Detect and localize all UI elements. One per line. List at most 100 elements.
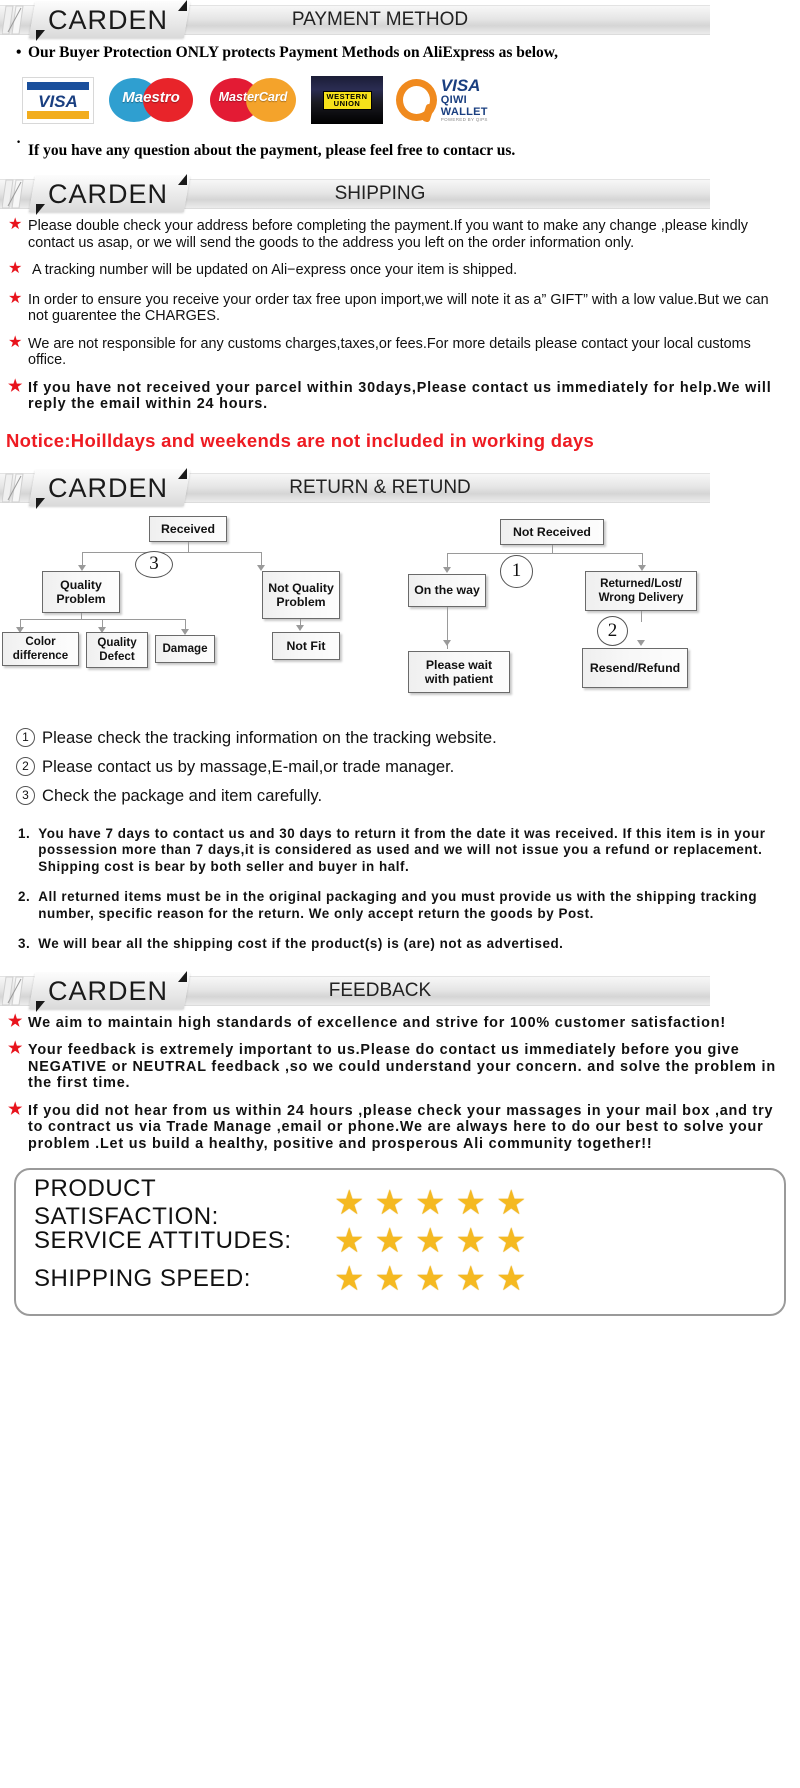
shipping-item-text: Please double check your address before … [28, 218, 748, 251]
visa-logo: VISA [22, 76, 94, 124]
shipping-list-item: ★ If you have not received your parcel w… [6, 377, 792, 413]
circled-item-text: Please contact us by massage,E-mail,or t… [42, 756, 455, 776]
flow-line [552, 544, 554, 553]
western-union-logo: WESTERN UNION [311, 76, 383, 124]
rating-star-icon: ★ [414, 1260, 446, 1298]
payment-bullet-2: · If you have any question about the pay… [0, 130, 800, 174]
shipping-item-text: A tracking number will be updated on Ali… [32, 262, 518, 278]
rating-row: PRODUCT SATISFACTION: ★ ★ ★ ★ ★ [34, 1175, 766, 1230]
rating-label: SHIPPING SPEED: [34, 1265, 251, 1292]
rating-stars: ★ ★ ★ ★ ★ [334, 1224, 526, 1258]
payment-bullet-1: • Our Buyer Protection ONLY protects Pay… [0, 40, 800, 66]
rating-label: PRODUCT SATISFACTION: [34, 1175, 219, 1230]
flow-node-received: Received [149, 515, 227, 542]
flow-line [447, 552, 643, 554]
flow-node-not-quality-problem: Not Quality Problem [262, 570, 340, 619]
visa-logo-label: VISA [38, 91, 78, 111]
rating-star-icon: ★ [414, 1184, 446, 1222]
rating-star-icon: ★ [455, 1184, 486, 1222]
star-bullet-icon: ★ [8, 333, 23, 351]
tag-arrow-bottom-icon [36, 1000, 45, 1012]
flow-node-please-wait: Please wait with patient [408, 650, 510, 693]
bullet-dot-icon: • [16, 44, 22, 61]
circled-item-text: Please check the tracking information on… [42, 727, 497, 747]
return-numbered-list: 1. You have 7 days to contact us and 30 … [0, 814, 800, 971]
flow-marker-1: 1 [500, 554, 533, 588]
flow-arrow-icon [637, 639, 645, 646]
numbered-list-item: 2. All returned items must be in the ori… [18, 889, 790, 922]
list-number: 1. [18, 825, 31, 841]
qiwi-q-icon [396, 79, 437, 121]
feedback-list-item: ★ If you did not hear from us within 24 … [6, 1100, 792, 1153]
rating-row: SERVICE ATTITUDES: ★ ★ ★ ★ ★ [34, 1222, 766, 1260]
bullet-dot-icon: · [16, 134, 22, 151]
list-number: 3. [18, 936, 31, 951]
rating-star-icon: ★ [495, 1222, 527, 1260]
mastercard-logo-label: MasterCard [218, 90, 288, 104]
circled-item-text: Check the package and item carefully. [42, 785, 323, 805]
flow-line [188, 541, 190, 552]
payment-bullet-2-text: If you have any question about the payme… [28, 142, 516, 159]
rating-stars: ★ ★ ★ ★ ★ [334, 1262, 526, 1296]
return-circled-list: 1 Please check the tracking information … [0, 713, 800, 814]
section-banner-shipping: CARDEN SHIPPING [0, 174, 710, 215]
numbered-list-item: 3. We will bear all the shipping cost if… [18, 936, 790, 953]
numbered-list-item: 1. You have 7 days to contact us and 30 … [18, 826, 790, 876]
rating-star-icon: ★ [455, 1222, 486, 1260]
section-title-payment: PAYMENT METHOD [291, 9, 469, 30]
flow-marker-2: 2 [597, 615, 628, 646]
flow-line [82, 551, 262, 553]
brand-name: CARDEN [48, 472, 169, 503]
circled-number: 2 [16, 756, 35, 776]
star-bullet-icon: ★ [8, 1100, 23, 1118]
flow-arrow-icon [443, 566, 451, 573]
star-bullet-icon: ★ [8, 216, 23, 233]
feedback-list: ★ We aim to maintain high standards of e… [0, 1011, 800, 1153]
section-banner-payment: CARDEN PAYMENT METHOD [0, 0, 710, 41]
return-flowchart: Received 3 Quality Problem Not Quality P… [0, 508, 710, 713]
circled-list-item: 1 Please check the tracking information … [16, 723, 800, 752]
flow-node-damage: Damage [155, 634, 215, 663]
star-bullet-icon: ★ [8, 260, 23, 277]
brand-name: CARDEN [48, 5, 169, 35]
rating-row: SHIPPING SPEED: ★ ★ ★ ★ ★ [34, 1260, 766, 1298]
star-bullet-icon: ★ [8, 289, 23, 307]
qiwi-powered-label: POWERED BY QIPS [440, 117, 488, 123]
flow-node-resend-refund: Resend/Refund [582, 647, 688, 688]
flow-arrow-icon [443, 639, 451, 646]
qiwi-visa-label: VISA [440, 76, 481, 96]
western-union-line-2: UNION [333, 99, 361, 108]
shipping-item-text: We are not responsible for any customs c… [28, 335, 751, 369]
rating-star-icon: ★ [495, 1260, 527, 1298]
section-title-shipping: SHIPPING [334, 183, 426, 204]
brand-name: CARDEN [48, 179, 169, 209]
tag-arrow-top-icon [178, 0, 187, 11]
flow-node-not-fit: Not Fit [272, 631, 340, 660]
tag-arrow-bottom-icon [36, 204, 45, 215]
rating-summary-box: PRODUCT SATISFACTION: ★ ★ ★ ★ ★ SERVICE … [14, 1168, 786, 1316]
shipping-item-text: If you have not received your parcel wit… [28, 379, 772, 413]
feedback-item-text: Your feedback is extremely important to … [28, 1042, 776, 1091]
maestro-logo: Maestro [107, 76, 195, 124]
rating-star-icon: ★ [414, 1222, 446, 1260]
circled-list-item: 3 Check the package and item carefully. [16, 781, 800, 810]
brand-name: CARDEN [48, 975, 169, 1006]
flow-arrow-icon [296, 624, 304, 631]
qiwi-wallet-logo: VISA QIWI WALLET POWERED BY QIPS [396, 76, 514, 124]
payment-bullet-1-text: Our Buyer Protection ONLY protects Payme… [28, 44, 559, 61]
star-bullet-icon: ★ [8, 377, 23, 395]
flow-node-not-received: Not Received [500, 518, 604, 545]
visa-top-band [27, 81, 89, 90]
rating-stars: ★ ★ ★ ★ ★ [334, 1186, 526, 1220]
flow-node-on-the-way: On the way [408, 573, 486, 607]
tag-arrow-top-icon [178, 174, 187, 185]
maestro-logo-label: Maestro [122, 89, 180, 106]
rating-star-icon: ★ [374, 1260, 405, 1298]
payment-logos: VISA Maestro MasterCard WESTERN UNION VI… [0, 66, 800, 130]
list-number: 2. [18, 889, 31, 904]
section-title-return: RETURN & RETUND [289, 476, 471, 498]
shipping-list: ★ Please double check your address befor… [0, 214, 800, 413]
rating-star-icon: ★ [374, 1222, 405, 1260]
flow-node-color-difference: Color difference [2, 631, 79, 666]
section-banner-return: CARDEN RETURN & RETUND [0, 467, 710, 509]
